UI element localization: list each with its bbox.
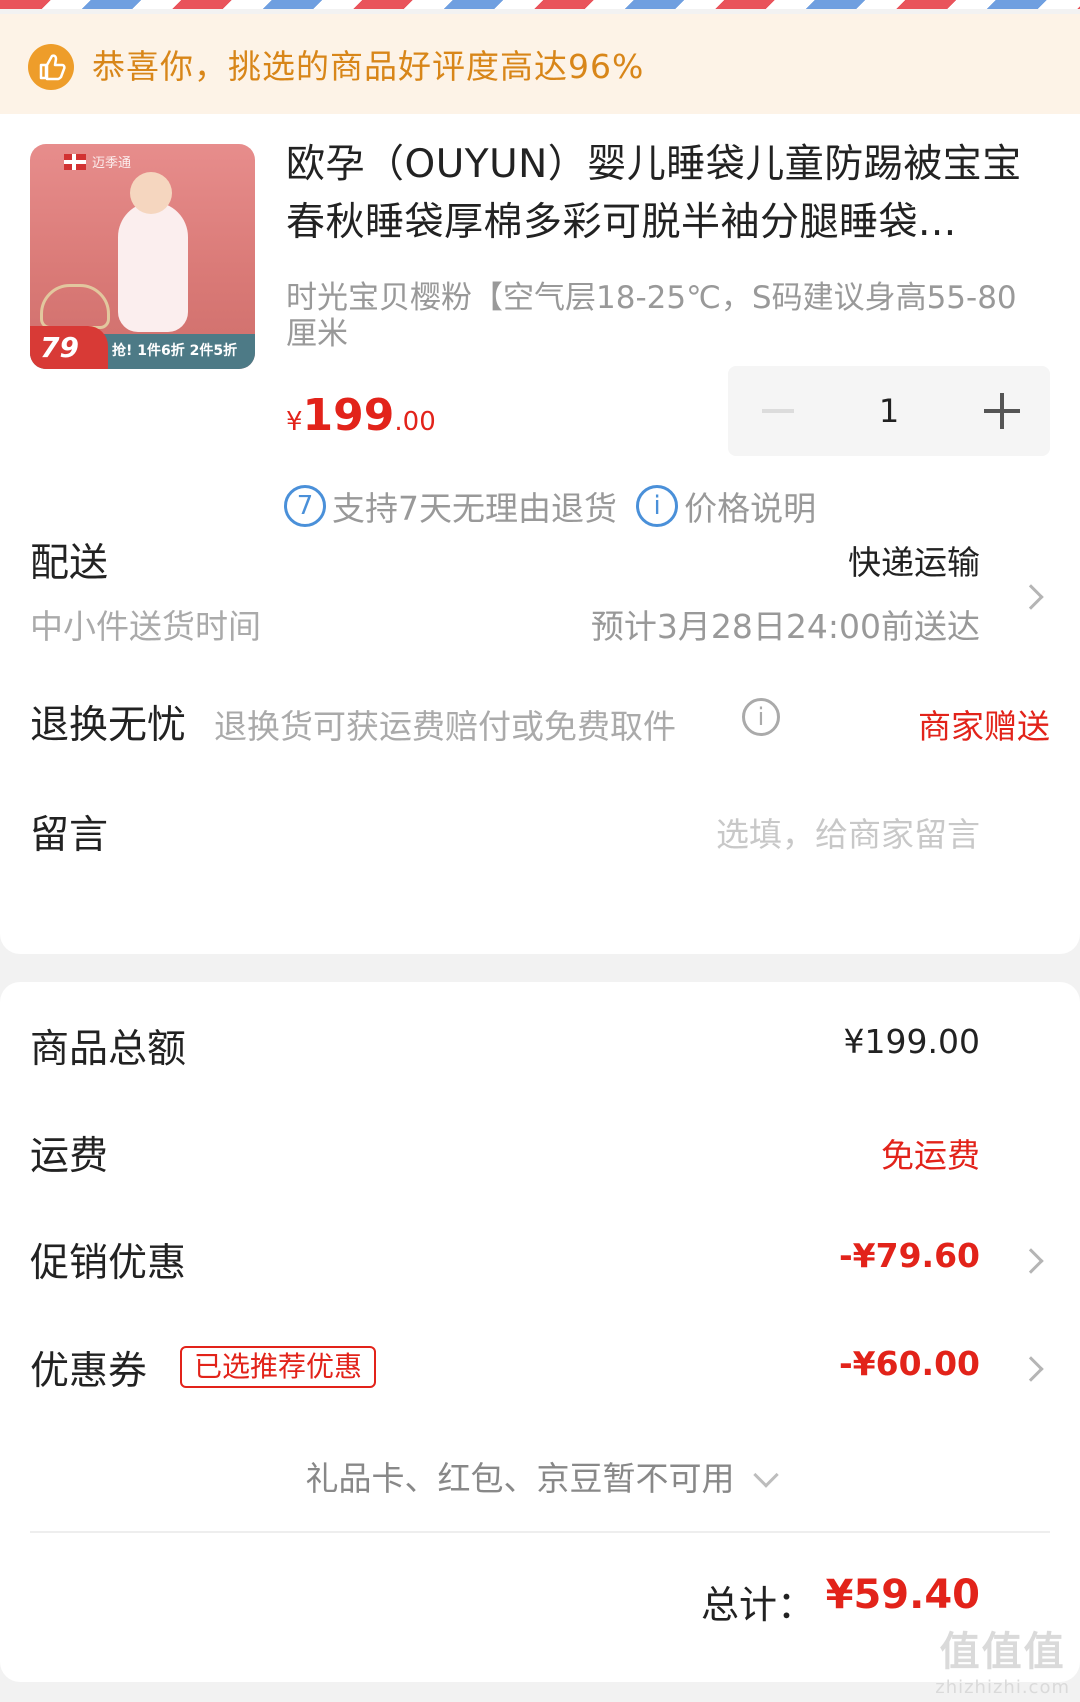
image-price: 79 bbox=[30, 326, 108, 369]
service-tags: 7 支持7天无理由退货 i 价格说明 bbox=[284, 482, 830, 532]
goods-total-label: 商品总额 bbox=[30, 1027, 187, 1072]
service-price-info[interactable]: i 价格说明 bbox=[636, 482, 816, 532]
service-label: 支持7天无理由退货 bbox=[332, 489, 617, 528]
promo-row[interactable]: 促销优惠 -¥79.60 bbox=[30, 1232, 1050, 1292]
child-graphic bbox=[118, 202, 188, 332]
returns-value: 商家赠送 bbox=[918, 707, 1050, 746]
product-variant[interactable]: 时光宝贝樱粉【空气层18-25℃，S码建议身高55-80厘米 bbox=[286, 280, 1026, 352]
total-value: ¥59.40 bbox=[825, 1572, 980, 1618]
chevron-right-icon bbox=[1018, 1356, 1044, 1382]
message-row[interactable]: 留言 选填，给商家留言 bbox=[30, 804, 1050, 864]
watermark-line2: zhizhizhi.com bbox=[935, 1677, 1070, 1698]
thumbs-up-icon bbox=[28, 44, 74, 90]
price-integer: 199 bbox=[302, 390, 395, 441]
promo-label: 促销优惠 bbox=[30, 1241, 187, 1286]
delivery-sub-label: 中小件送货时间 bbox=[30, 607, 261, 646]
message-input[interactable]: 选填，给商家留言 bbox=[716, 808, 980, 856]
goods-total-value: ¥199.00 bbox=[843, 1022, 980, 1061]
quantity-value[interactable]: 1 bbox=[828, 366, 950, 456]
coupon-row[interactable]: 优惠券 已选推荐优惠 -¥60.00 bbox=[30, 1340, 1050, 1400]
chevron-down-icon bbox=[752, 1462, 779, 1488]
order-item-card: 迈季通 79 抢! 1件6折 2件5折 欧孕（OUYUN）婴儿睡袋儿童防踢被宝宝… bbox=[0, 114, 1080, 954]
product-title[interactable]: 欧孕（OUYUN）婴儿睡袋儿童防踢被宝宝春秋睡袋厚棉多彩可脱半袖分腿睡袋... bbox=[286, 136, 1046, 252]
coupon-recommended-badge: 已选推荐优惠 bbox=[180, 1346, 377, 1388]
coupon-label: 优惠券 bbox=[30, 1349, 148, 1394]
delivery-method: 快递运输 bbox=[848, 543, 980, 582]
info-icon[interactable]: i bbox=[742, 698, 780, 736]
promo-value: -¥79.60 bbox=[838, 1236, 980, 1275]
seven-day-icon: 7 bbox=[284, 485, 326, 527]
goods-total-row: 商品总额 ¥199.00 bbox=[30, 1018, 1050, 1078]
child-head-graphic bbox=[130, 172, 172, 214]
price-currency: ¥ bbox=[286, 407, 303, 437]
shipping-value: 免运费 bbox=[881, 1136, 980, 1175]
image-promo-text: 抢! 1件6折 2件5折 bbox=[112, 343, 238, 359]
product-price: ¥199.00 bbox=[286, 390, 436, 441]
increase-button[interactable] bbox=[950, 366, 1050, 456]
price-summary-card: 商品总额 ¥199.00 运费 免运费 促销优惠 -¥79.60 优惠券 已选推… bbox=[0, 982, 1080, 1682]
total-label: 总计： bbox=[700, 1583, 815, 1627]
unavailable-row[interactable]: 礼品卡、红包、京豆暂不可用 bbox=[30, 1452, 1050, 1502]
flag-icon bbox=[64, 154, 86, 170]
shipping-row: 运费 免运费 bbox=[30, 1125, 1050, 1185]
praise-banner: 恭喜你，挑选的商品好评度高达96% bbox=[0, 14, 1080, 114]
airmail-border bbox=[0, 0, 1080, 9]
returns-label: 退换无忧 bbox=[30, 703, 187, 748]
quantity-stepper: 1 bbox=[728, 366, 1050, 456]
total-row: 总计： ¥59.40 bbox=[30, 1572, 1050, 1632]
watermark-logo: 值值值 zhizhizhi.com bbox=[935, 1619, 1070, 1698]
image-brand-text: 迈季通 bbox=[92, 156, 132, 171]
returns-desc: 退换货可获运费赔付或免费取件 bbox=[214, 707, 676, 746]
service-label: 价格说明 bbox=[684, 489, 817, 528]
delivery-row[interactable]: 配送 快递运输 中小件送货时间 预计3月28日24:00前送达 bbox=[30, 532, 1050, 652]
delivery-estimate: 预计3月28日24:00前送达 bbox=[590, 607, 980, 646]
shipping-label: 运费 bbox=[30, 1134, 109, 1179]
message-label: 留言 bbox=[30, 813, 109, 858]
praise-text: 恭喜你，挑选的商品好评度高达96% bbox=[92, 47, 645, 86]
divider bbox=[30, 1531, 1050, 1533]
decrease-button[interactable] bbox=[728, 366, 828, 456]
returns-row[interactable]: 退换无忧 退换货可获运费赔付或免费取件 i 商家赠送 bbox=[30, 694, 1050, 764]
basket-graphic bbox=[40, 284, 110, 329]
info-icon: i bbox=[636, 485, 679, 527]
unavailable-note: 礼品卡、红包、京豆暂不可用 bbox=[305, 1459, 735, 1498]
watermark-line1: 值值值 bbox=[939, 1629, 1066, 1675]
chevron-right-icon bbox=[1018, 1248, 1044, 1274]
coupon-value: -¥60.00 bbox=[838, 1344, 980, 1383]
delivery-label: 配送 bbox=[30, 541, 109, 586]
chevron-right-icon bbox=[1018, 584, 1044, 610]
price-decimal: .00 bbox=[394, 407, 436, 437]
service-return-7day[interactable]: 7 支持7天无理由退货 bbox=[284, 482, 617, 532]
product-image[interactable]: 迈季通 79 抢! 1件6折 2件5折 bbox=[30, 144, 255, 369]
